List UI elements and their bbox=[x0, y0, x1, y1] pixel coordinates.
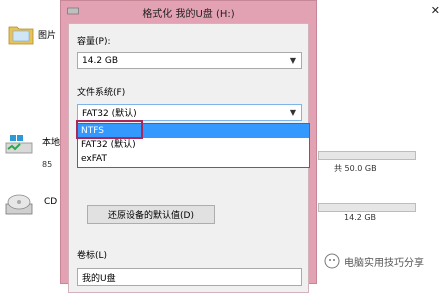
format-dialog: 格式化 我的U盘 (H:) 容量(P): 14.2 GB ▼ 文件系统(F) F… bbox=[60, 0, 317, 293]
drive-usage-bar bbox=[318, 151, 416, 160]
filesystem-label: 文件系统(F) bbox=[77, 88, 126, 98]
filesystem-option-fat32[interactable]: FAT32 (默认) bbox=[78, 138, 309, 152]
folder-icon bbox=[8, 26, 34, 45]
dialog-title: 格式化 我的U盘 (H:) bbox=[142, 8, 235, 20]
filesystem-option-exfat[interactable]: exFAT bbox=[78, 152, 309, 166]
filesystem-select[interactable]: FAT32 (默认) ▼ bbox=[77, 104, 302, 121]
windows-drive-icon bbox=[5, 135, 33, 154]
chevron-down-icon: ▼ bbox=[289, 56, 296, 65]
watermark: 电脑实用技巧分享 bbox=[324, 253, 424, 269]
drive-free-space: 共 50.0 GB bbox=[334, 164, 377, 173]
volume-label-input[interactable]: 我的U盘 bbox=[77, 268, 302, 286]
watermark-text: 电脑实用技巧分享 bbox=[344, 257, 424, 269]
drive-capacity-prefix: 85 bbox=[42, 160, 53, 169]
filesystem-value: FAT32 (默认) bbox=[82, 109, 137, 119]
capacity-value: 14.2 GB bbox=[82, 55, 119, 66]
volume-label: 卷标(L) bbox=[77, 251, 108, 261]
explorer-item-cd-drive[interactable]: CD bbox=[4, 192, 57, 218]
explorer-item-label: 图片 bbox=[38, 30, 57, 41]
restore-defaults-button[interactable]: 还原设备的默认值(D) bbox=[87, 205, 215, 224]
cd-drive-icon bbox=[5, 194, 33, 215]
capacity-select[interactable]: 14.2 GB ▼ bbox=[77, 52, 302, 69]
chevron-down-icon: ▼ bbox=[289, 108, 296, 117]
wechat-icon bbox=[324, 253, 340, 269]
capacity-label: 容量(P): bbox=[77, 37, 111, 47]
dialog-titlebar[interactable]: 格式化 我的U盘 (H:) bbox=[61, 1, 316, 23]
dialog-body: 容量(P): 14.2 GB ▼ 文件系统(F) FAT32 (默认) ▼ NT… bbox=[68, 23, 310, 293]
explorer-item-pictures[interactable]: 图片 bbox=[8, 22, 56, 46]
explorer-item-local-disk[interactable]: 本地 bbox=[4, 133, 60, 157]
drive-usage-bar bbox=[318, 203, 416, 212]
drive-free-space: 14.2 GB bbox=[344, 213, 377, 222]
drive-icon bbox=[67, 7, 79, 15]
filesystem-dropdown: NTFS FAT32 (默认) exFAT bbox=[77, 123, 310, 168]
close-icon[interactable]: ✕ bbox=[431, 4, 440, 17]
filesystem-option-ntfs[interactable]: NTFS bbox=[78, 124, 309, 138]
explorer-item-label: CD bbox=[44, 197, 58, 207]
explorer-item-label: 本地 bbox=[42, 137, 61, 148]
